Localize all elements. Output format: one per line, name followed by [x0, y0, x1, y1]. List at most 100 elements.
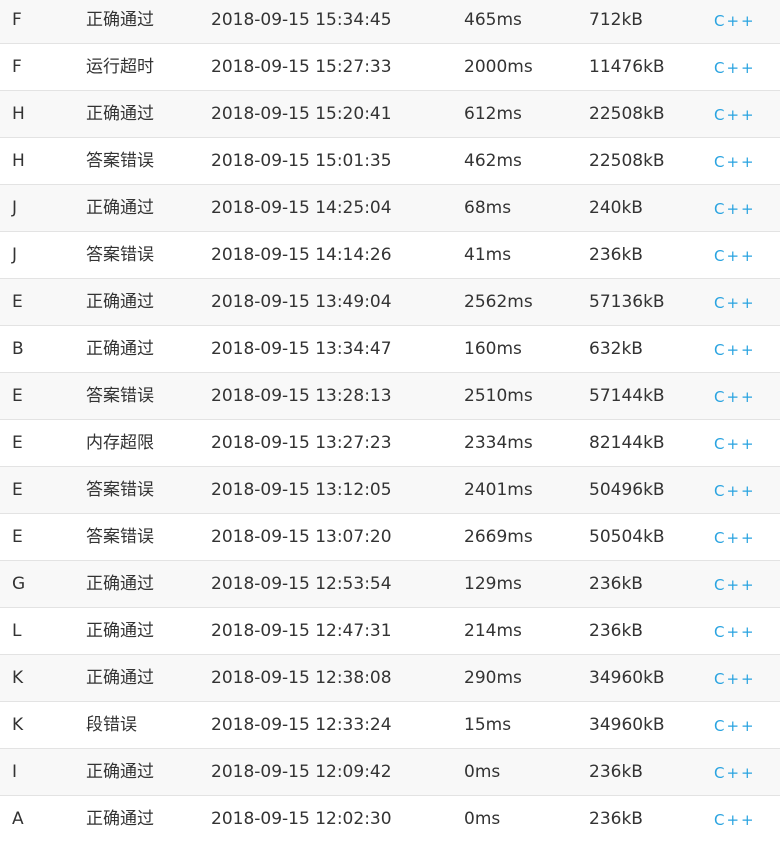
memory-usage: 82144kB [589, 433, 665, 453]
table-row: K 正确通过 2018-09-15 12:38:08 290ms 34960kB… [0, 655, 780, 702]
memory-usage: 236kB [589, 621, 643, 641]
submit-time: 2018-09-15 12:02:30 [211, 809, 392, 829]
submit-time: 2018-09-15 15:01:35 [211, 151, 392, 171]
language-link[interactable]: C++ [714, 468, 756, 514]
run-time: 41ms [464, 245, 512, 265]
table-row: E 答案错误 2018-09-15 13:07:20 2669ms 50504k… [0, 514, 780, 561]
language-link[interactable]: C++ [714, 0, 756, 44]
run-time: 0ms [464, 762, 501, 782]
run-time: 462ms [464, 151, 522, 171]
memory-usage: 50504kB [589, 527, 665, 547]
submit-time: 2018-09-15 13:12:05 [211, 480, 392, 500]
language-link[interactable]: C++ [714, 233, 756, 279]
status-text: 正确通过 [86, 104, 154, 124]
language-link[interactable]: C++ [714, 656, 756, 702]
language-link[interactable]: C++ [714, 562, 756, 608]
language-link[interactable]: C++ [714, 750, 756, 796]
table-row: E 内存超限 2018-09-15 13:27:23 2334ms 82144k… [0, 420, 780, 467]
language-link[interactable]: C++ [714, 609, 756, 655]
run-time: 2510ms [464, 386, 533, 406]
memory-usage: 57136kB [589, 292, 665, 312]
submit-time: 2018-09-15 12:53:54 [211, 574, 392, 594]
run-time: 2334ms [464, 433, 533, 453]
problem-id: E [12, 480, 23, 500]
problem-id: B [12, 339, 24, 359]
submit-time: 2018-09-15 15:27:33 [211, 57, 392, 77]
language-link[interactable]: C++ [714, 421, 756, 467]
submit-time: 2018-09-15 12:09:42 [211, 762, 392, 782]
problem-id: F [12, 57, 22, 77]
language-link[interactable]: C++ [714, 139, 756, 185]
language-link[interactable]: C++ [714, 280, 756, 326]
memory-usage: 22508kB [589, 151, 665, 171]
memory-usage: 712kB [589, 10, 643, 30]
memory-usage: 22508kB [589, 104, 665, 124]
submit-time: 2018-09-15 13:28:13 [211, 386, 392, 406]
status-text: 正确通过 [86, 339, 154, 359]
submit-time: 2018-09-15 13:27:23 [211, 433, 392, 453]
problem-id: E [12, 292, 23, 312]
problem-id: E [12, 433, 23, 453]
status-text: 正确通过 [86, 574, 154, 594]
memory-usage: 632kB [589, 339, 643, 359]
language-link[interactable]: C++ [714, 186, 756, 232]
problem-id: J [12, 245, 18, 265]
problem-id: J [12, 198, 18, 218]
table-row: E 答案错误 2018-09-15 13:28:13 2510ms 57144k… [0, 373, 780, 420]
problem-id: L [12, 621, 22, 641]
run-time: 214ms [464, 621, 522, 641]
memory-usage: 57144kB [589, 386, 665, 406]
problem-id: H [12, 104, 25, 124]
problem-id: A [12, 809, 24, 829]
submit-time: 2018-09-15 13:07:20 [211, 527, 392, 547]
table-row: A 正确通过 2018-09-15 12:02:30 0ms 236kB C++ [0, 796, 780, 842]
run-time: 2401ms [464, 480, 533, 500]
status-text: 答案错误 [86, 386, 154, 406]
language-link[interactable]: C++ [714, 515, 756, 561]
language-link[interactable]: C++ [714, 92, 756, 138]
status-text: 答案错误 [86, 151, 154, 171]
problem-id: H [12, 151, 25, 171]
memory-usage: 34960kB [589, 668, 665, 688]
submit-time: 2018-09-15 12:33:24 [211, 715, 392, 735]
memory-usage: 236kB [589, 245, 643, 265]
problem-id: E [12, 386, 23, 406]
table-row: B 正确通过 2018-09-15 13:34:47 160ms 632kB C… [0, 326, 780, 373]
language-link[interactable]: C++ [714, 797, 756, 843]
status-text: 正确通过 [86, 10, 154, 30]
run-time: 2669ms [464, 527, 533, 547]
memory-usage: 11476kB [589, 57, 665, 77]
status-text: 正确通过 [86, 668, 154, 688]
language-link[interactable]: C++ [714, 45, 756, 91]
problem-id: K [12, 668, 24, 688]
status-text: 正确通过 [86, 762, 154, 782]
submit-time: 2018-09-15 12:38:08 [211, 668, 392, 688]
submit-time: 2018-09-15 13:34:47 [211, 339, 392, 359]
run-time: 465ms [464, 10, 522, 30]
status-text: 答案错误 [86, 245, 154, 265]
table-row: G 正确通过 2018-09-15 12:53:54 129ms 236kB C… [0, 561, 780, 608]
problem-id: E [12, 527, 23, 547]
submit-time: 2018-09-15 15:34:45 [211, 10, 392, 30]
memory-usage: 34960kB [589, 715, 665, 735]
table-row: F 正确通过 2018-09-15 15:34:45 465ms 712kB C… [0, 0, 780, 44]
memory-usage: 240kB [589, 198, 643, 218]
language-link[interactable]: C++ [714, 703, 756, 749]
run-time: 2562ms [464, 292, 533, 312]
status-text: 运行超时 [86, 57, 154, 77]
table-row: K 段错误 2018-09-15 12:33:24 15ms 34960kB C… [0, 702, 780, 749]
table-row: I 正确通过 2018-09-15 12:09:42 0ms 236kB C++ [0, 749, 780, 796]
status-text: 段错误 [86, 715, 137, 735]
status-text: 正确通过 [86, 809, 154, 829]
table-row: E 答案错误 2018-09-15 13:12:05 2401ms 50496k… [0, 467, 780, 514]
table-row: F 运行超时 2018-09-15 15:27:33 2000ms 11476k… [0, 44, 780, 91]
language-link[interactable]: C++ [714, 327, 756, 373]
run-time: 68ms [464, 198, 512, 218]
table-row: J 答案错误 2018-09-15 14:14:26 41ms 236kB C+… [0, 232, 780, 279]
memory-usage: 236kB [589, 762, 643, 782]
submit-time: 2018-09-15 14:25:04 [211, 198, 392, 218]
language-link[interactable]: C++ [714, 374, 756, 420]
submit-time: 2018-09-15 13:49:04 [211, 292, 392, 312]
status-text: 正确通过 [86, 621, 154, 641]
status-text: 答案错误 [86, 527, 154, 547]
